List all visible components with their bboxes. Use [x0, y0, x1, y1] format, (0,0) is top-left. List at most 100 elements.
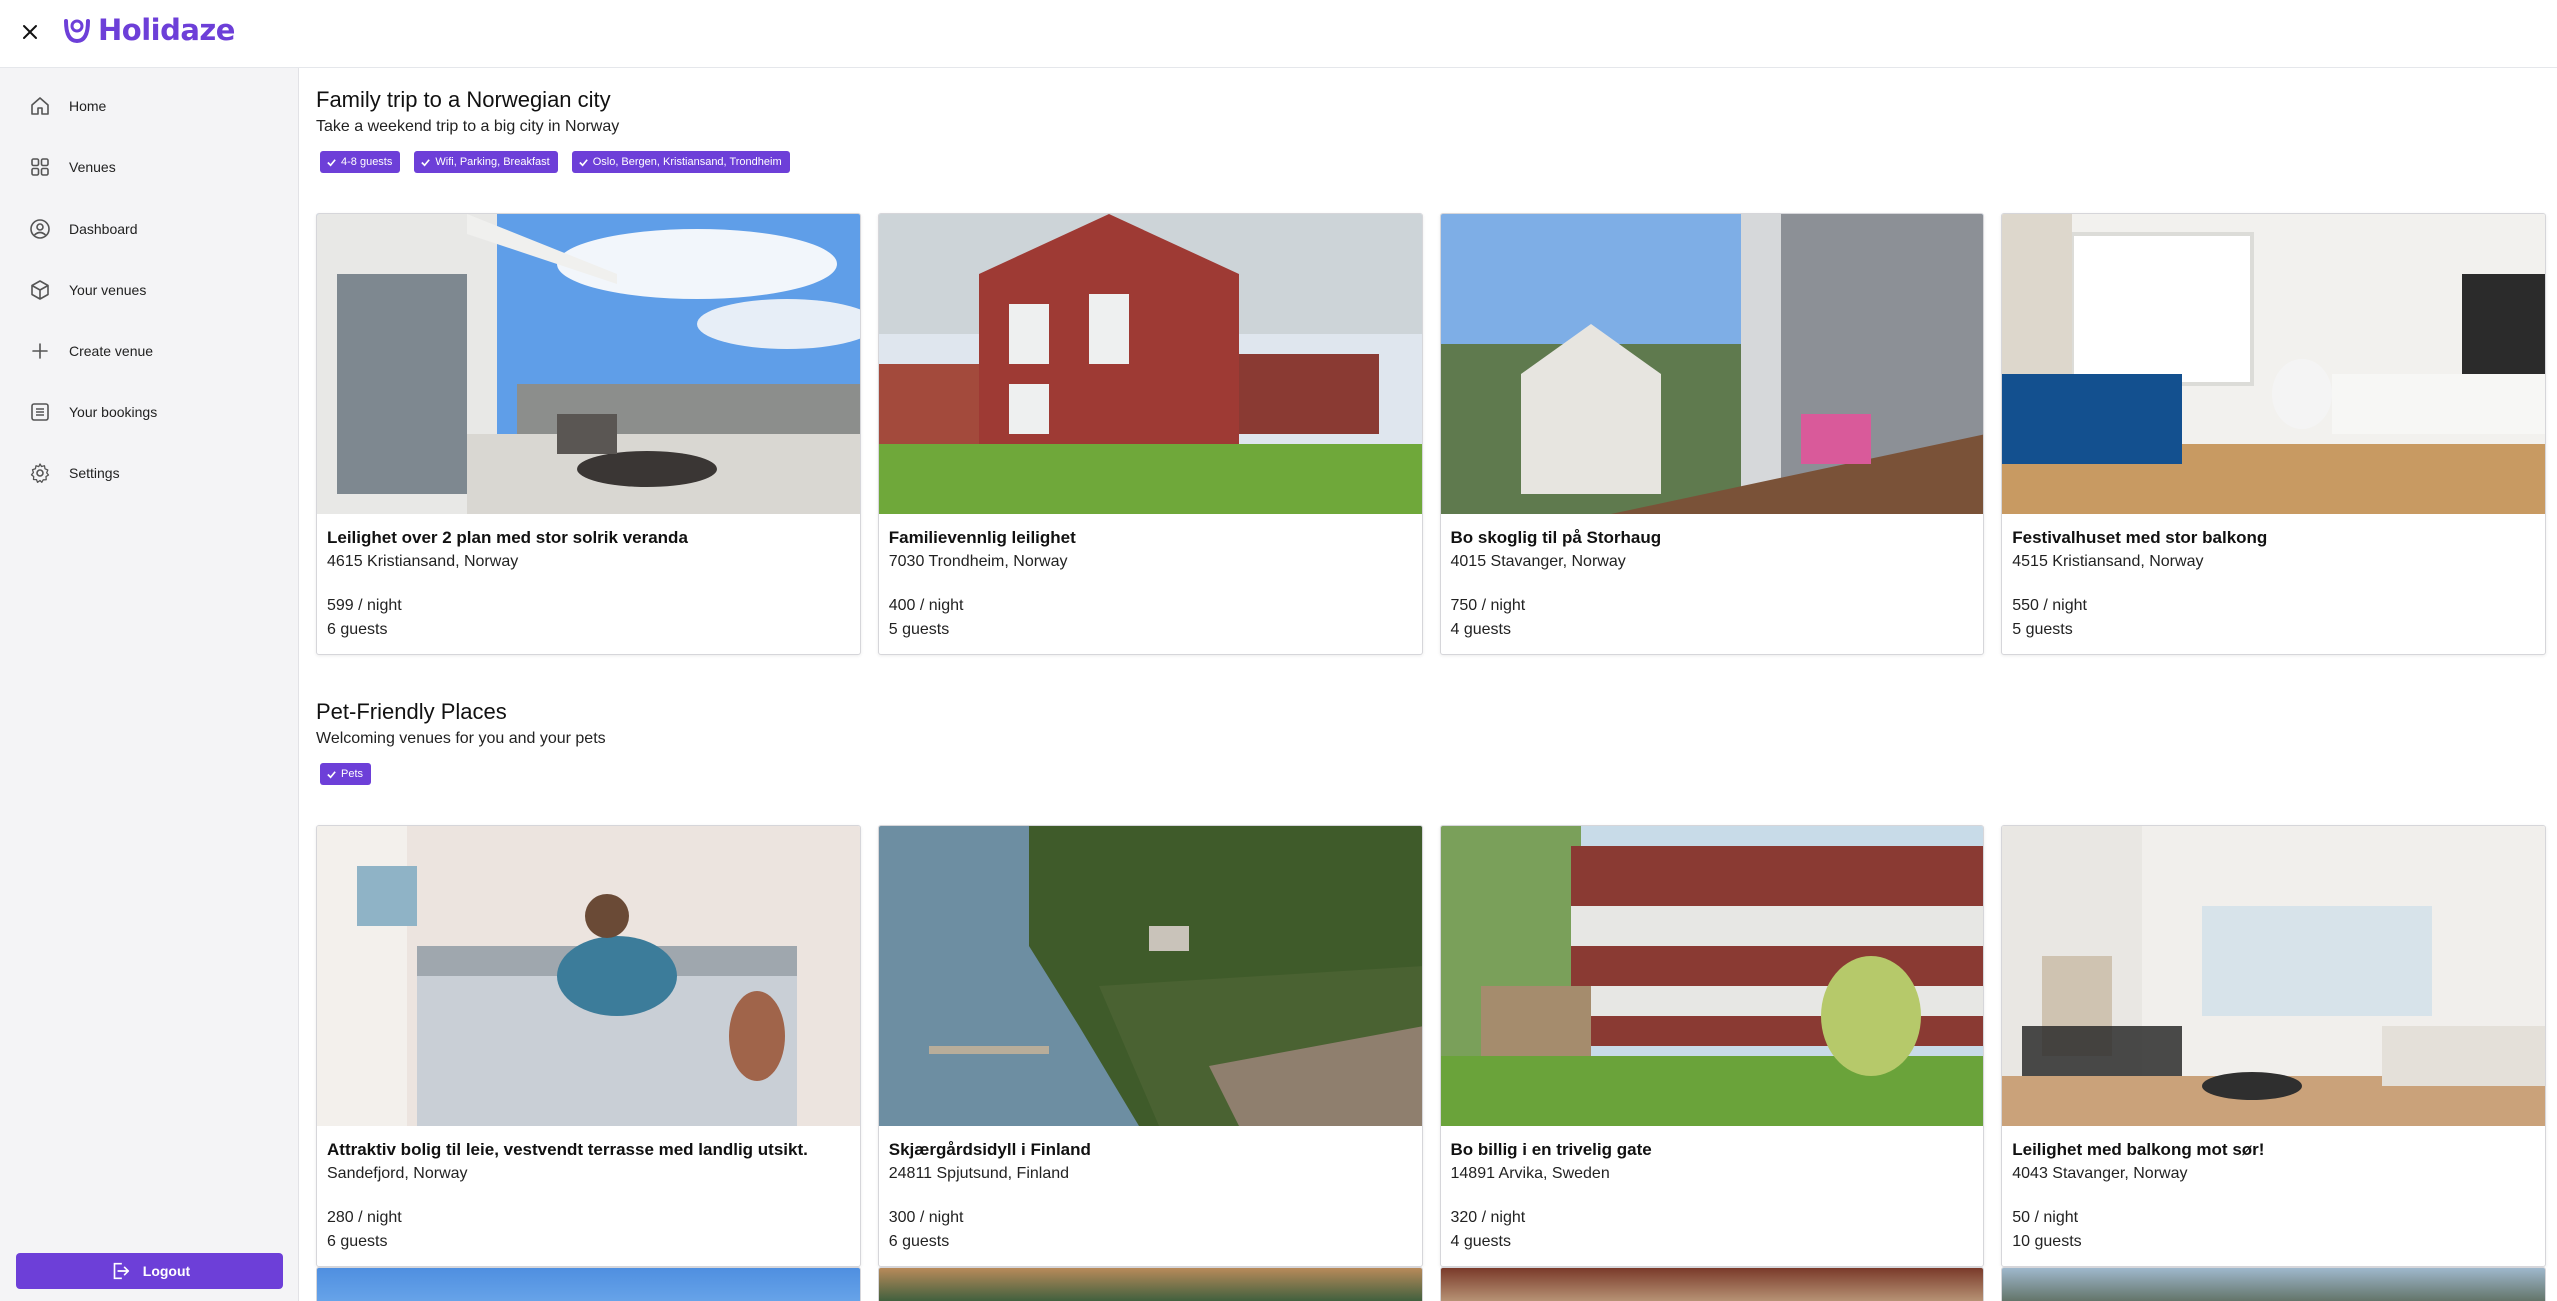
close-menu-button[interactable] [18, 20, 42, 44]
sidebar-item-your-venues[interactable]: Your venues [28, 270, 278, 310]
venue-card[interactable]: Bo billig i en trivelig gate 14891 Arvik… [1439, 825, 1985, 1267]
tag-label: Oslo, Bergen, Kristiansand, Trondheim [592, 156, 782, 168]
list-icon [31, 403, 49, 421]
venue-guests: 6 guests [327, 1233, 388, 1250]
venue-title: Skjærgårdsidyll i Finland [888, 1140, 1091, 1159]
venue-card[interactable]: Attraktiv bolig til leie, vestvendt terr… [316, 825, 861, 1267]
cube-icon [31, 280, 49, 300]
close-icon [23, 25, 37, 39]
tag-list: Pets [316, 763, 2546, 785]
venue-card-row: Leilighet over 2 plan med stor solrik ve… [316, 213, 2546, 655]
check-icon [327, 158, 336, 166]
filter-tag[interactable]: Pets [320, 763, 372, 785]
tag-label: Pets [341, 768, 364, 780]
sidebar-item-dashboard[interactable]: Dashboard [28, 209, 278, 249]
venue-title: Bo skoglig til på Storhaug [1450, 528, 1662, 547]
tag-label: Wifi, Parking, Breakfast [435, 156, 550, 168]
venue-guests: 6 guests [888, 1233, 950, 1250]
app-logo[interactable]: Holidaze [60, 10, 235, 50]
venue-image [1440, 826, 1984, 1126]
venue-image [317, 214, 860, 514]
sidebar-item-label: Home [69, 98, 107, 114]
venue-location: 4043 Stavanger, Norway [2012, 1165, 2188, 1182]
gear-icon [30, 463, 50, 483]
venue-location: 7030 Trondheim, Norway [888, 553, 1068, 570]
venue-card-row: Attraktiv bolig til leie, vestvendt terr… [316, 825, 2546, 1267]
venue-card[interactable]: Familievennlig leilighet 7030 Trondheim,… [877, 213, 1423, 655]
venue-price: 300 / night [888, 1209, 964, 1226]
venue-guests: 5 guests [888, 621, 950, 638]
venue-location: 4515 Kristiansand, Norway [2012, 553, 2204, 570]
sidebar-item-venues[interactable]: Venues [28, 147, 278, 187]
filter-tag[interactable]: Wifi, Parking, Breakfast [414, 151, 558, 173]
venue-price: 750 / night [1450, 597, 1526, 614]
venue-title: Bo billig i en trivelig gate [1450, 1140, 1652, 1159]
venue-guests: 4 guests [1450, 621, 1511, 638]
venue-price: 550 / night [2012, 597, 2087, 614]
section-family-trip: Family trip to a Norwegian city Take a w… [316, 86, 2546, 655]
logout-button[interactable]: Logout [16, 1253, 283, 1289]
section-subtitle: Welcoming venues for you and your pets [316, 730, 606, 747]
venue-card-row-partial [316, 1267, 2546, 1301]
sidebar-item-label: Your venues [69, 282, 147, 298]
sidebar-item-label: Settings [69, 465, 120, 481]
venue-card[interactable]: Leilighet med balkong mot sør! 4043 Stav… [2001, 825, 2546, 1267]
venue-guests: 5 guests [2012, 621, 2073, 638]
check-icon [578, 158, 588, 166]
sidebar-item-label: Your bookings [69, 404, 158, 420]
venue-price: 599 / night [327, 597, 402, 614]
section-subtitle: Take a weekend trip to a big city in Nor… [316, 118, 620, 135]
venue-location: 14891 Arvika, Sweden [1450, 1165, 1610, 1182]
venue-card[interactable] [1439, 1267, 1985, 1301]
logo-icon [64, 19, 90, 44]
grid-icon [31, 158, 49, 176]
venue-title: Attraktiv bolig til leie, vestvendt terr… [327, 1140, 808, 1159]
venue-guests: 10 guests [2012, 1233, 2082, 1250]
venue-title: Leilighet med balkong mot sør! [2012, 1140, 2265, 1159]
venue-price: 320 / night [1450, 1209, 1526, 1226]
check-icon [327, 770, 336, 778]
filter-tag[interactable]: 4-8 guests [320, 151, 401, 173]
venue-price: 50 / night [2012, 1209, 2079, 1226]
sidebar-item-home[interactable]: Home [28, 86, 278, 126]
sidebar-item-create-venue[interactable]: Create venue [28, 331, 278, 371]
check-icon [421, 158, 431, 166]
venue-card[interactable]: Leilighet over 2 plan med stor solrik ve… [316, 213, 861, 655]
venue-guests: 6 guests [327, 621, 388, 638]
venue-image [878, 214, 1422, 514]
sidebar-item-label: Create venue [69, 343, 154, 359]
venue-title: Familievennlig leilighet [888, 528, 1076, 547]
venue-title: Leilighet over 2 plan med stor solrik ve… [327, 528, 688, 547]
venue-card[interactable]: Skjærgårdsidyll i Finland 24811 Spjutsun… [877, 825, 1423, 1267]
logout-icon [113, 1262, 129, 1280]
plus-icon [32, 343, 48, 359]
venue-location: 24811 Spjutsund, Finland [888, 1165, 1070, 1182]
venue-location: Sandefjord, Norway [327, 1165, 468, 1182]
venue-image [2002, 826, 2545, 1126]
venue-location: 4615 Kristiansand, Norway [327, 553, 519, 570]
venue-card[interactable]: Festivalhuset med stor balkong 4515 Kris… [2001, 213, 2546, 655]
home-icon [31, 97, 49, 115]
section-title: Pet-Friendly Places [316, 699, 507, 724]
venue-card[interactable]: Bo skoglig til på Storhaug 4015 Stavange… [1439, 213, 1985, 655]
main-content: Family trip to a Norwegian city Take a w… [300, 69, 2557, 1301]
section-title: Family trip to a Norwegian city [316, 87, 611, 112]
venue-card[interactable] [877, 1267, 1423, 1301]
venue-card[interactable] [316, 1267, 861, 1301]
venue-image [878, 826, 1422, 1126]
sidebar-item-label: Dashboard [69, 221, 138, 237]
venue-title: Festivalhuset med stor balkong [2012, 528, 2268, 547]
venue-price: 280 / night [327, 1209, 402, 1226]
venue-guests: 4 guests [1450, 1233, 1511, 1250]
user-circle-icon [30, 219, 50, 239]
venue-image [317, 826, 860, 1126]
filter-tag[interactable]: Oslo, Bergen, Kristiansand, Trondheim [571, 151, 790, 173]
sidebar: Home Venues Dashboard Your venues Create… [0, 68, 299, 1301]
tag-label: 4-8 guests [341, 156, 393, 168]
venue-card[interactable] [2001, 1267, 2546, 1301]
logout-label: Logout [142, 1263, 191, 1279]
sidebar-item-your-bookings[interactable]: Your bookings [28, 392, 278, 432]
venue-location: 4015 Stavanger, Norway [1450, 553, 1626, 570]
top-header: Holidaze [0, 0, 2557, 68]
sidebar-item-settings[interactable]: Settings [28, 453, 278, 493]
